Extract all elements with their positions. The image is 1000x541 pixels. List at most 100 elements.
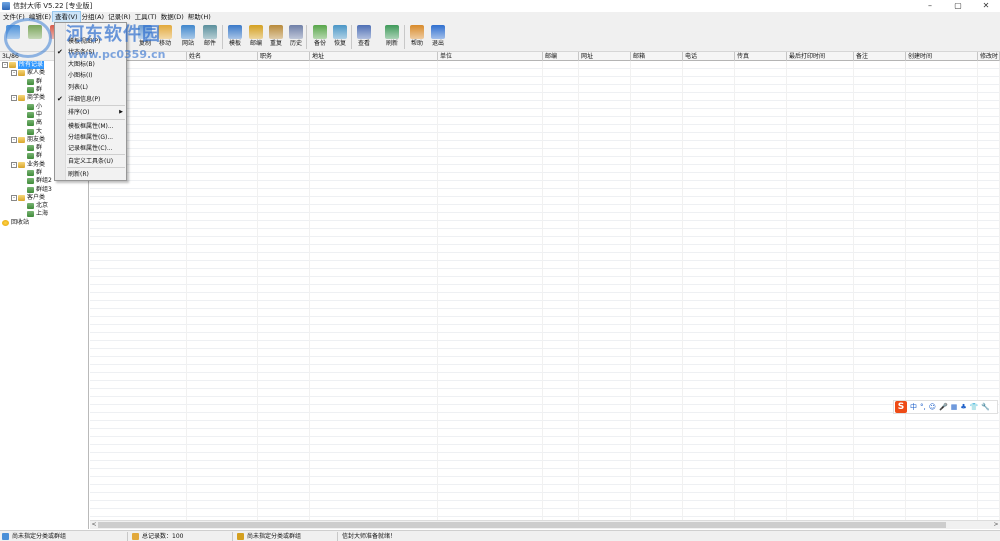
tree-item[interactable]: 回收站 xyxy=(0,219,88,227)
ime-logo-icon[interactable]: S xyxy=(895,401,907,413)
ime-voice-icon[interactable]: 🎤 xyxy=(939,401,948,413)
column-header[interactable]: 传真 xyxy=(735,52,787,61)
toolbar-button-backup[interactable]: 备份 xyxy=(310,24,330,50)
column-divider xyxy=(542,61,543,520)
new-icon xyxy=(6,25,20,39)
toolbar-button-history[interactable]: 历史 xyxy=(286,24,306,50)
menu-separator xyxy=(67,119,125,120)
tree-expander-icon[interactable]: - xyxy=(11,136,17,143)
record-list[interactable]: 称呼姓名职务地址单位邮编网址邮箱电话传真最后打印时间备注创建时间修改时 xyxy=(90,52,1000,520)
toolbar-button-duplicate[interactable]: 重复 xyxy=(266,24,286,50)
contact-book-icon xyxy=(27,103,34,110)
toolbar-button-refresh[interactable]: 刷新 xyxy=(382,24,402,50)
column-header[interactable]: 地址 xyxy=(310,52,438,61)
menu-group[interactable]: 分组(A) xyxy=(80,12,107,22)
mail-icon xyxy=(203,25,217,39)
view-menu-item[interactable]: 模板框属性(M)... xyxy=(55,121,126,132)
view-menu-item[interactable]: 刷新(R) xyxy=(55,169,126,180)
toolbar-button-power[interactable]: 退出 xyxy=(428,24,448,50)
help-icon xyxy=(410,25,424,39)
column-header[interactable]: 职务 xyxy=(258,52,310,61)
ime-skin-icon[interactable]: ♣ xyxy=(960,401,966,413)
column-header[interactable]: 电话 xyxy=(683,52,735,61)
column-header[interactable]: 单位 xyxy=(438,52,543,61)
toolbar-button-copy[interactable]: 复制 xyxy=(135,24,155,50)
ime-chinese-mode[interactable]: 中 xyxy=(910,401,917,413)
view-menu-item[interactable]: ✔ 状态条(S) xyxy=(55,47,126,58)
menu-edit[interactable]: 编辑(E) xyxy=(27,12,53,22)
toolbar-button-edit[interactable] xyxy=(25,24,45,50)
tree-item[interactable]: 上海 xyxy=(0,210,88,218)
toolbar-button-label: 重复 xyxy=(269,40,282,47)
tree-expander-icon[interactable]: - xyxy=(11,194,17,201)
view-menu-item[interactable]: 记录框属性(C)... xyxy=(55,143,126,154)
toolbar-button-restore[interactable]: 恢复 xyxy=(330,24,350,50)
column-header[interactable]: 修改时 xyxy=(978,52,1000,61)
menu-tools[interactable]: 工具(T) xyxy=(133,12,159,22)
toolbar-button-label: 查看 xyxy=(357,40,370,47)
column-header[interactable]: 创建时间 xyxy=(906,52,978,61)
tree-item-label: 大 xyxy=(36,127,43,135)
minimize-button[interactable]: – xyxy=(916,0,944,12)
view-menu-item[interactable]: 自定义工具条(U) xyxy=(55,156,126,167)
menu-file[interactable]: 文件(F) xyxy=(1,12,27,22)
close-button[interactable]: ✕ xyxy=(972,0,1000,12)
column-header[interactable]: 网址 xyxy=(579,52,631,61)
contact-book-icon xyxy=(27,128,34,135)
scroll-right-button[interactable]: > xyxy=(992,521,1000,529)
view-menu-item[interactable]: 小图标(I) xyxy=(55,70,126,81)
tree-expander-icon[interactable]: - xyxy=(2,62,8,69)
toolbar-button-new[interactable] xyxy=(3,24,23,50)
toolbar-button-postcode[interactable]: 邮编 xyxy=(246,24,266,50)
column-divider xyxy=(734,61,735,520)
column-header[interactable]: 邮箱 xyxy=(631,52,683,61)
toolbar-button-view[interactable]: 查看 xyxy=(354,24,374,50)
toolbar-button-help[interactable]: 帮助 xyxy=(407,24,427,50)
column-header[interactable]: 姓名 xyxy=(187,52,258,61)
view-menu-item-label: 详细信息(P) xyxy=(68,96,101,103)
scroll-thumb[interactable] xyxy=(98,522,946,528)
view-menu-item[interactable]: 分组框属性(G)... xyxy=(55,132,126,143)
ime-settings-icon[interactable]: 🔧 xyxy=(981,401,990,413)
column-divider xyxy=(186,61,187,520)
tree-item[interactable]: 群组3 xyxy=(0,185,88,193)
status-bar: 尚未指定分类或群组 总记录数：100 尚未指定分类或群组 信封大师准备就绪！ xyxy=(0,530,1000,541)
ime-emoji-icon[interactable]: ☺ xyxy=(929,401,936,413)
horizontal-scrollbar[interactable]: < > xyxy=(90,520,1000,529)
maximize-button[interactable]: ▢ xyxy=(944,0,972,12)
toolbar-button-move[interactable]: 移动 xyxy=(155,24,175,50)
menu-help[interactable]: 帮助(H) xyxy=(186,12,213,22)
contact-book-icon xyxy=(27,203,34,210)
view-menu-item[interactable]: 排序(O) ▶ xyxy=(55,107,126,118)
view-menu-item[interactable]: 大图标(B) xyxy=(55,59,126,70)
toolbar-button-template[interactable]: 模板 xyxy=(225,24,245,50)
view-icon xyxy=(357,25,371,39)
column-divider xyxy=(309,61,310,520)
tree-expander-icon[interactable]: - xyxy=(11,161,17,168)
menu-view[interactable]: 查看(V) xyxy=(52,11,81,23)
template-icon xyxy=(228,25,242,39)
tree-expander-icon[interactable]: - xyxy=(11,70,17,77)
toolbar-button-mail[interactable]: 邮件 xyxy=(200,24,220,50)
ime-keyboard-icon[interactable]: ▦ xyxy=(951,401,958,413)
view-menu-item[interactable]: 模板视图(P) xyxy=(55,36,126,47)
view-menu-item[interactable]: 列表(L) xyxy=(55,82,126,93)
ime-shirt-icon[interactable]: 👕 xyxy=(970,401,979,413)
toolbar-button-globe[interactable]: 网站 xyxy=(178,24,198,50)
tree-item-label: 中 xyxy=(36,110,43,118)
tree-item[interactable]: - 客户类 xyxy=(0,194,88,202)
column-header[interactable]: 最后打印时间 xyxy=(787,52,854,61)
column-header[interactable]: 备注 xyxy=(854,52,906,61)
menu-record[interactable]: 记录(R) xyxy=(106,12,133,22)
submenu-arrow-icon: ▶ xyxy=(119,109,123,115)
menu-data[interactable]: 数据(D) xyxy=(159,12,186,22)
record-count-icon xyxy=(132,533,139,540)
ime-toolbar[interactable]: S 中 °, ☺ 🎤 ▦ ♣ 👕 🔧 xyxy=(893,400,998,414)
toolbar-button-label: 帮助 xyxy=(410,40,423,47)
column-header[interactable]: 邮编 xyxy=(543,52,579,61)
view-menu-item[interactable]: ✔ 详细信息(P) xyxy=(55,94,126,105)
menu-separator xyxy=(67,105,125,106)
tree-expander-icon[interactable]: - xyxy=(11,95,17,102)
scroll-left-button[interactable]: < xyxy=(90,521,98,529)
ime-punctuation-icon[interactable]: °, xyxy=(920,401,926,413)
